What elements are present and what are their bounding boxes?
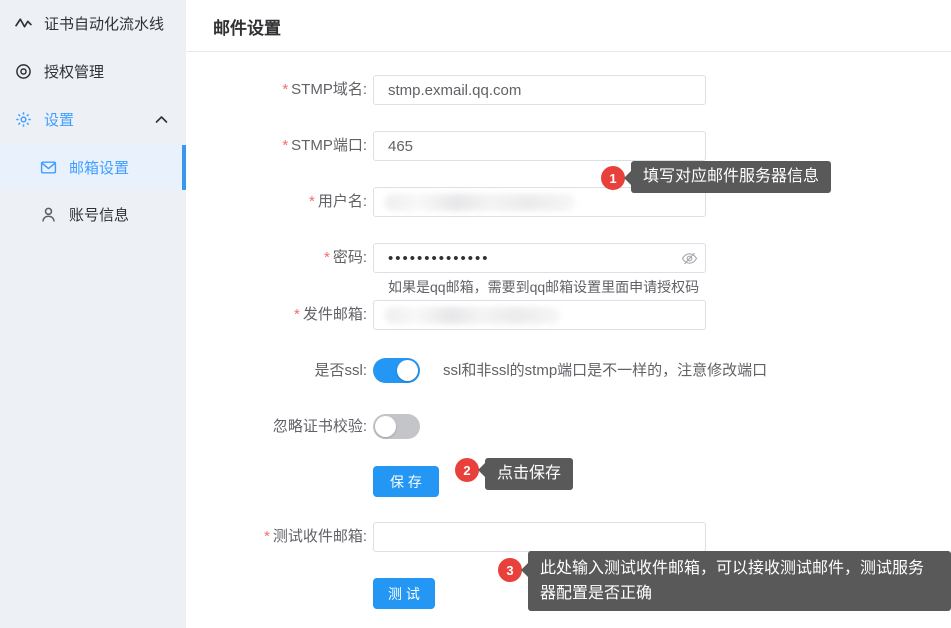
required-asterisk: * <box>282 81 288 98</box>
sidebar-item-account-info[interactable]: 账号信息 <box>0 190 186 238</box>
mail-icon <box>39 159 57 177</box>
annotation-tooltip-3: 此处输入测试收件邮箱，可以接收测试邮件，测试服务器配置是否正确 <box>528 551 951 611</box>
tooltip-arrow <box>521 563 528 577</box>
eye-slash-icon[interactable] <box>681 250 698 267</box>
annotation-tooltip-2: 点击保存 <box>485 458 573 490</box>
required-asterisk: * <box>294 306 300 323</box>
ssl-label: 是否ssl: <box>314 358 367 383</box>
smtp-domain-label: *STMP域名: <box>282 75 367 105</box>
ssl-hint: ssl和非ssl的stmp端口是不一样的，注意修改端口 <box>443 358 767 383</box>
smtp-port-label: *STMP端口: <box>282 131 367 161</box>
test-recipient-input[interactable] <box>373 522 706 552</box>
sidebar-item-label: 授权管理 <box>44 61 104 82</box>
gear-icon <box>14 110 32 128</box>
sidebar-item-authorization[interactable]: 授权管理 <box>0 48 186 95</box>
step-badge-3: 3 <box>498 558 522 582</box>
sidebar: 证书自动化流水线 授权管理 设置 <box>0 0 186 628</box>
ssl-toggle[interactable] <box>373 358 420 383</box>
toggle-knob <box>375 416 396 437</box>
ignore-cert-label: 忽略证书校验: <box>273 414 367 439</box>
tooltip-arrow <box>624 171 631 185</box>
target-icon <box>14 63 32 81</box>
username-label: *用户名: <box>309 187 367 217</box>
sidebar-item-label: 账号信息 <box>69 204 129 225</box>
annotation-tooltip-1: 填写对应邮件服务器信息 <box>631 161 831 193</box>
sidebar-item-label: 证书自动化流水线 <box>44 13 164 34</box>
sidebar-item-label: 邮箱设置 <box>69 157 129 178</box>
smtp-port-input[interactable] <box>373 131 706 161</box>
header-divider <box>186 51 951 52</box>
smtp-domain-input[interactable] <box>373 75 706 105</box>
sidebar-item-cert-pipeline[interactable]: 证书自动化流水线 <box>0 0 186 47</box>
username-redacted-value <box>385 194 575 211</box>
sidebar-item-settings[interactable]: 设置 <box>0 96 186 142</box>
step-badge-2: 2 <box>455 458 479 482</box>
chevron-up-icon[interactable] <box>155 111 168 128</box>
page-title: 邮件设置 <box>213 14 281 39</box>
required-asterisk: * <box>264 528 270 545</box>
required-asterisk: * <box>324 249 330 266</box>
ignore-cert-toggle[interactable] <box>373 414 420 439</box>
sender-email-label: *发件邮箱: <box>294 300 367 330</box>
required-asterisk: * <box>282 137 288 154</box>
sidebar-item-label: 设置 <box>44 109 74 130</box>
email-settings-page: 证书自动化流水线 授权管理 设置 <box>0 0 951 628</box>
sidebar-item-mailbox-settings[interactable]: 邮箱设置 <box>0 145 186 190</box>
toggle-knob <box>397 360 418 381</box>
save-button[interactable]: 保 存 <box>373 466 439 497</box>
active-indicator-bar <box>182 145 186 190</box>
test-recipient-label: *测试收件邮箱: <box>264 522 367 552</box>
activity-icon <box>14 15 32 33</box>
required-asterisk: * <box>309 193 315 210</box>
step-badge-1: 1 <box>601 166 625 190</box>
test-button[interactable]: 测 试 <box>373 578 435 609</box>
password-label: *密码: <box>324 243 367 273</box>
tooltip-arrow <box>478 463 485 477</box>
sender-email-redacted-value <box>385 307 560 324</box>
user-icon <box>39 205 57 223</box>
password-masked-value: •••••••••••••• <box>388 243 490 273</box>
password-hint: 如果是qq邮箱，需要到qq邮箱设置里面申请授权码 <box>388 277 699 297</box>
